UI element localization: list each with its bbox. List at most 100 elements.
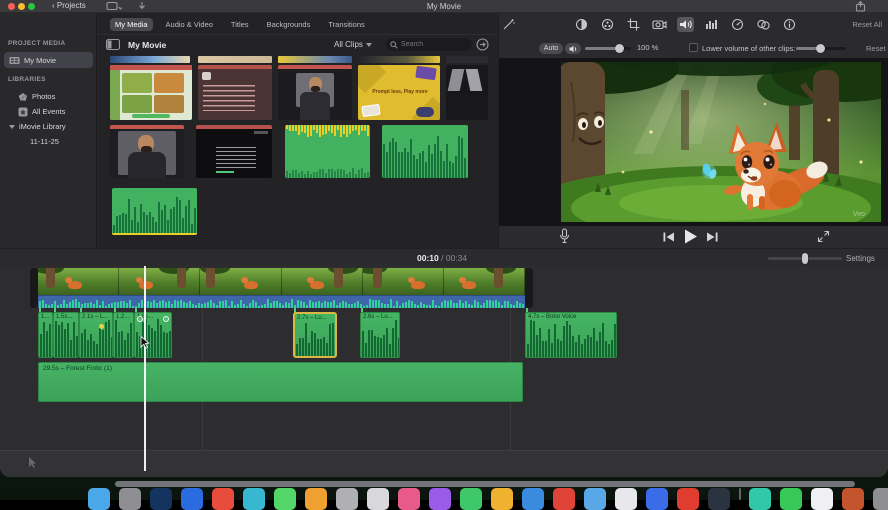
media-thumbnail-prompt-window[interactable] <box>198 65 272 120</box>
clip-trim-handle-right[interactable] <box>525 268 533 308</box>
video-preview[interactable]: Veo <box>561 62 881 222</box>
media-thumbnail-fox-grid[interactable] <box>110 65 192 120</box>
audio-clip[interactable]: 1.5s... <box>53 312 79 358</box>
fade-handle[interactable] <box>137 316 143 322</box>
sidebar-item-photos[interactable]: Photos <box>4 89 93 104</box>
share-icon[interactable] <box>855 1 866 12</box>
dock-icon[interactable] <box>150 488 172 510</box>
effects-icon[interactable] <box>755 17 772 32</box>
media-thumbnail-partial[interactable] <box>358 56 440 63</box>
dock-icon[interactable] <box>181 488 203 510</box>
volume-slider-thumb[interactable] <box>615 44 624 53</box>
sidebar-item-all-events[interactable]: All Events <box>4 104 93 119</box>
dock-icon[interactable] <box>522 488 544 510</box>
dock-icon[interactable] <box>305 488 327 510</box>
disclosure-chevron-icon[interactable] <box>9 125 15 129</box>
dock-icon[interactable] <box>873 488 888 510</box>
dock-icon[interactable] <box>243 488 265 510</box>
audio-clip[interactable]: 2.7s – Lu... <box>293 312 337 358</box>
voiceover-mic-icon[interactable] <box>559 228 570 244</box>
playhead[interactable] <box>144 266 146 471</box>
dock-icon[interactable] <box>491 488 513 510</box>
dock-icon[interactable] <box>336 488 358 510</box>
audio-clip[interactable]: 1.8s... <box>134 312 172 358</box>
media-thumbnail-partial[interactable] <box>446 56 488 63</box>
tab-titles[interactable]: Titles <box>226 18 254 31</box>
audio-clip[interactable]: 2.6s – Lu... <box>360 312 400 358</box>
timeline-zoom-thumb[interactable] <box>802 253 808 264</box>
background-music-clip[interactable]: 29.5s – Forest Frolic (1) <box>38 362 523 402</box>
sidebar-item-my-movie[interactable]: My Movie <box>4 52 93 68</box>
clip-size-icon[interactable] <box>476 38 489 51</box>
video-clip-filmstrip[interactable] <box>38 268 525 295</box>
timeline[interactable]: 1...1.5s...2.1s – L...1.2...1.8s... 2.7s … <box>0 266 888 450</box>
search-input[interactable] <box>401 41 463 48</box>
speed-icon[interactable] <box>729 17 746 32</box>
noise-reduction-icon[interactable] <box>703 17 720 32</box>
media-thumbnail-audio-green[interactable] <box>382 125 468 178</box>
dock-icon[interactable] <box>811 488 833 510</box>
fullscreen-icon[interactable] <box>817 230 830 243</box>
tab-audio-video[interactable]: Audio & Video <box>161 18 218 31</box>
media-thumbnail-terminal[interactable] <box>196 125 272 178</box>
volume-slider[interactable] <box>585 47 631 50</box>
enhance-wand-icon[interactable] <box>501 17 516 32</box>
dock-icon[interactable] <box>119 488 141 510</box>
fade-handle[interactable] <box>163 316 169 322</box>
media-thumbnail-audio-yellow[interactable] <box>285 125 370 178</box>
lower-volume-slider[interactable] <box>796 47 846 50</box>
search-field[interactable] <box>386 38 472 51</box>
dock-icon[interactable] <box>88 488 110 510</box>
previous-frame-button[interactable] <box>663 232 675 242</box>
dock-icon[interactable] <box>615 488 637 510</box>
reset-button[interactable]: Reset <box>866 44 886 53</box>
dock-icon[interactable] <box>553 488 575 510</box>
color-balance-icon[interactable] <box>573 17 590 32</box>
timeline-zoom-slider[interactable] <box>768 257 842 260</box>
dock-icon[interactable] <box>460 488 482 510</box>
media-thumbnail-partial[interactable] <box>278 56 352 63</box>
dock-icon[interactable] <box>646 488 668 510</box>
play-button[interactable] <box>683 229 698 244</box>
media-thumbnail-talking-head-2[interactable] <box>110 125 184 178</box>
sidebar-item-event-11-11-25[interactable]: 11-11-25 <box>4 134 93 149</box>
volume-icon[interactable] <box>677 17 694 32</box>
dock-icon[interactable] <box>429 488 451 510</box>
dock-icon[interactable] <box>780 488 802 510</box>
dock-icon[interactable] <box>274 488 296 510</box>
info-icon[interactable] <box>781 17 798 32</box>
tab-backgrounds[interactable]: Backgrounds <box>262 18 316 31</box>
media-thumbnail-talking-head[interactable] <box>278 65 352 120</box>
crop-icon[interactable] <box>625 17 642 32</box>
audio-clip[interactable]: 1.2... <box>113 312 134 358</box>
media-thumbnail-audio-green-2[interactable] <box>112 188 197 235</box>
dock-icon[interactable] <box>584 488 606 510</box>
reset-all-button[interactable]: Reset All <box>852 20 882 29</box>
lower-volume-slider-thumb[interactable] <box>816 44 825 53</box>
auto-volume-button[interactable]: Auto <box>539 43 563 54</box>
mute-button[interactable] <box>565 43 581 54</box>
video-clip-audio-waveform[interactable] <box>38 295 525 308</box>
dock-icon[interactable] <box>708 488 730 510</box>
tab-my-media[interactable]: My Media <box>110 18 153 31</box>
timeline-settings-button[interactable]: Settings <box>846 254 875 263</box>
dock-icon[interactable] <box>749 488 771 510</box>
color-correction-icon[interactable] <box>599 17 616 32</box>
clip-filter-dropdown[interactable]: All Clips <box>334 40 372 49</box>
audio-clip[interactable]: 2.1s – L... <box>79 312 113 358</box>
dock-icon[interactable] <box>842 488 864 510</box>
media-thumbnail-partial-dark[interactable] <box>446 65 488 120</box>
audio-clip[interactable]: 1... <box>38 312 53 358</box>
sidebar-toggle-icon[interactable] <box>106 39 120 50</box>
next-frame-button[interactable] <box>706 232 718 242</box>
dock-icon[interactable] <box>677 488 699 510</box>
lower-volume-checkbox[interactable] <box>689 43 698 52</box>
audio-clip[interactable]: 4.7s – Bobo Voice <box>525 312 617 358</box>
stabilization-icon[interactable] <box>651 17 668 32</box>
tab-transitions[interactable]: Transitions <box>323 18 369 31</box>
dock-icon[interactable] <box>398 488 420 510</box>
media-thumbnail-partial[interactable] <box>198 56 272 63</box>
media-thumbnail-yellow-slide[interactable]: Prompt less, Play more <box>358 65 440 120</box>
dock-icon[interactable] <box>212 488 234 510</box>
dock-icon[interactable] <box>367 488 389 510</box>
